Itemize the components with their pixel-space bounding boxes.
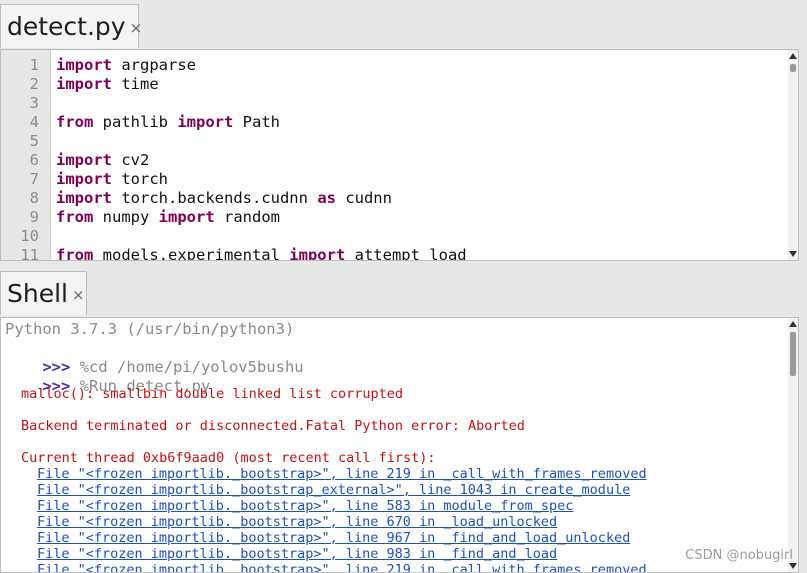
shell-console[interactable]: Python 3.7.3 (/usr/bin/python3) >>> %cd … xyxy=(0,317,799,573)
tab-title: detect.py xyxy=(7,12,126,41)
code-keyword: from xyxy=(56,113,94,131)
traceback-link[interactable]: File "<frozen importlib._bootstrap>", li… xyxy=(37,514,557,530)
watermark: CSDN @nobugirl xyxy=(685,548,793,563)
code-keyword: import xyxy=(177,113,234,131)
line-number: 3 xyxy=(29,94,39,112)
code-text: attempt_load xyxy=(345,246,467,261)
line-number: 4 xyxy=(29,113,39,131)
code-line: import cv2 xyxy=(56,151,149,170)
traceback-link[interactable]: File "<frozen importlib._bootstrap>", li… xyxy=(37,530,630,546)
code-text: argparse xyxy=(112,56,196,74)
line-number: 2 xyxy=(29,75,39,93)
code-text: cv2 xyxy=(112,151,150,169)
code-editor[interactable]: 1 import argparse 2 import time 3 4 from pathl… xyxy=(0,49,799,261)
error-message: Current thread 0xb6f9aad0 (most recent c… xyxy=(21,450,436,466)
code-line: import torch xyxy=(56,170,168,189)
tab-detect-py[interactable]: detect.py × xyxy=(0,4,142,48)
scroll-down-arrow-icon[interactable] xyxy=(789,251,797,257)
line-number: 7 xyxy=(29,170,39,188)
scrollbar-thumb[interactable] xyxy=(790,64,796,72)
scroll-up-arrow-icon[interactable] xyxy=(789,53,797,59)
code-text: numpy xyxy=(93,208,159,226)
traceback-link[interactable]: File "<frozen importlib._bootstrap>", li… xyxy=(37,466,647,482)
line-number: 1 xyxy=(29,56,39,74)
code-line: from pathlib import Path xyxy=(56,113,280,132)
code-text: random xyxy=(214,208,280,226)
code-text: cudnn xyxy=(335,189,392,207)
close-icon[interactable]: × xyxy=(72,286,85,304)
line-number: 9 xyxy=(29,208,39,226)
shell-scrollbar[interactable] xyxy=(788,318,798,572)
code-line: import time xyxy=(56,75,159,94)
traceback-link[interactable]: File "<frozen importlib._bootstrap_exter… xyxy=(37,482,630,498)
code-keyword: import xyxy=(289,246,346,261)
shell-command-line: >>> %cd /home/pi/yolov5bushu xyxy=(5,339,303,376)
close-icon[interactable]: × xyxy=(130,19,143,37)
line-number: 8 xyxy=(29,189,39,207)
error-message: malloc(): smallbin double linked list co… xyxy=(21,386,404,402)
code-keyword: import xyxy=(56,75,112,93)
traceback-link[interactable]: File "<frozen importlib._bootstrap>", li… xyxy=(37,546,557,562)
code-line: import torch.backends.cudnn as cudnn xyxy=(56,189,392,208)
traceback-link[interactable]: File "<frozen importlib._bootstrap>", li… xyxy=(37,562,647,572)
code-text: time xyxy=(112,75,159,93)
tab-title: Shell xyxy=(7,279,68,308)
code-keyword: import xyxy=(56,189,112,207)
scroll-down-arrow-icon[interactable] xyxy=(789,563,797,569)
line-number: 11 xyxy=(20,246,39,261)
code-keyword: import xyxy=(56,56,112,74)
line-number: 10 xyxy=(20,227,39,245)
python-banner: Python 3.7.3 (/usr/bin/python3) xyxy=(5,320,295,338)
editor-tabbar: detect.py × xyxy=(0,0,807,48)
scroll-up-arrow-icon[interactable] xyxy=(789,321,797,327)
shell-tabbar: Shell × xyxy=(0,267,807,315)
code-text: torch.backends.cudnn xyxy=(112,189,318,207)
code-text: pathlib xyxy=(93,113,178,131)
line-number: 6 xyxy=(29,151,39,169)
code-line: from numpy import random xyxy=(56,208,280,227)
code-text: Path xyxy=(233,113,280,131)
code-line: from models.experimental import attempt_… xyxy=(56,246,467,261)
code-keyword: import xyxy=(56,151,112,169)
tab-shell[interactable]: Shell × xyxy=(0,271,87,315)
code-keyword: as xyxy=(317,189,336,207)
line-number: 5 xyxy=(29,132,39,150)
code-keyword: import xyxy=(56,170,112,188)
code-keyword: import xyxy=(158,208,215,226)
error-message: Backend terminated or disconnected.Fatal… xyxy=(21,418,525,434)
editor-scrollbar[interactable] xyxy=(788,50,798,260)
code-line: import argparse xyxy=(56,56,196,75)
code-keyword: from xyxy=(56,246,94,261)
code-keyword: from xyxy=(56,208,94,226)
code-text: models.experimental xyxy=(93,246,290,261)
scrollbar-thumb[interactable] xyxy=(790,332,796,376)
traceback-link[interactable]: File "<frozen importlib._bootstrap>", li… xyxy=(37,498,573,514)
code-text: torch xyxy=(112,170,168,188)
shell-command-line: >>> %Run detect.py xyxy=(5,358,210,395)
